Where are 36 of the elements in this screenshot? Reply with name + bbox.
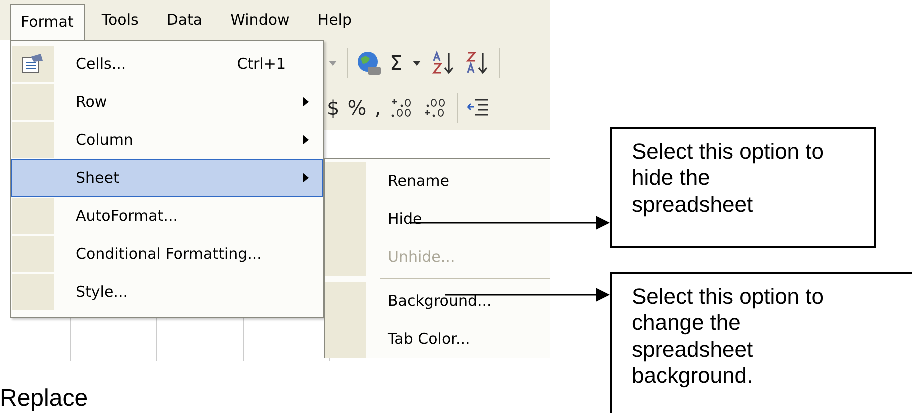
menu-item[interactable]: Style... <box>11 273 323 311</box>
shortcut-text: Ctrl+1 <box>237 55 286 73</box>
submenu-item[interactable]: Tab Color... <box>325 320 550 358</box>
submenu-item[interactable]: Background... <box>325 282 550 320</box>
menu-bar-item[interactable]: Window <box>220 2 301 38</box>
menu-item-label: Sheet <box>76 169 120 187</box>
menu-item[interactable]: AutoFormat... <box>11 197 323 235</box>
format-symbol[interactable]: , <box>374 96 382 120</box>
menu-item-label: Cells... <box>76 55 128 73</box>
submenu-arrow-icon <box>302 134 310 146</box>
callout-text: Select this option to hide the spreadsheet <box>632 139 824 217</box>
format-cells-icon <box>21 53 45 75</box>
menu-item[interactable]: Conditional Formatting... <box>11 235 323 273</box>
menu-item-label: Style... <box>76 283 129 301</box>
menu-item-label: AutoFormat... <box>76 207 179 225</box>
submenu-item[interactable]: Rename <box>325 162 550 200</box>
menu-bar-item[interactable]: Help <box>306 2 363 38</box>
menu-item[interactable]: Cells... Ctrl+1 <box>11 45 323 83</box>
menu-bar-item[interactable]: Tools <box>90 2 150 38</box>
menu-bar-item[interactable]: Data <box>156 2 214 38</box>
menu-bar-item[interactable]: Format <box>10 4 85 40</box>
format-symbol[interactable]: $ <box>327 96 340 120</box>
menu-item-label: Conditional Formatting... <box>76 245 263 263</box>
menu-item[interactable]: Sheet <box>11 159 323 197</box>
heading-text: Replace <box>0 386 88 412</box>
callout-text: Select this option to change the spreadsheet background. <box>632 284 824 388</box>
menu-item-label: Column <box>76 131 134 149</box>
format-symbol[interactable]: % <box>348 96 367 120</box>
submenu-arrow-icon <box>302 96 310 108</box>
menu-item[interactable]: Column <box>11 121 323 159</box>
submenu-item[interactable]: Hide <box>325 200 550 238</box>
menu-item[interactable]: Row <box>11 83 323 121</box>
sum-icon[interactable]: Σ <box>390 50 403 74</box>
submenu-arrow-icon <box>302 172 310 184</box>
menu-item-label: Row <box>76 93 108 111</box>
globe-icon[interactable] <box>356 50 382 76</box>
